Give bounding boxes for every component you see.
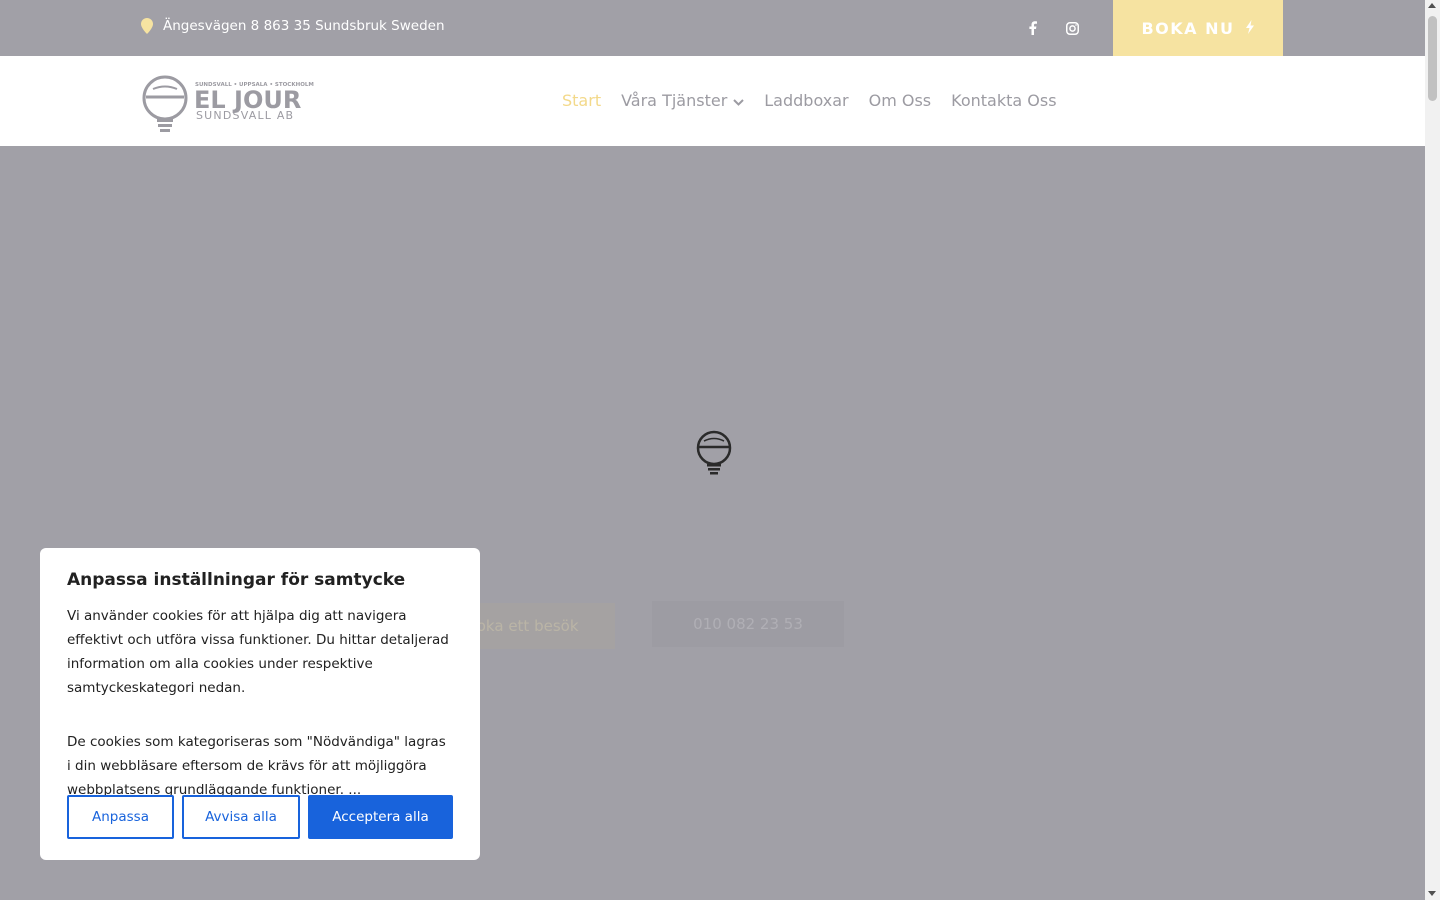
cookie-necessary-note: De cookies som kategoriseras som "Nödvän…: [67, 734, 446, 798]
accept-all-label: Acceptera alla: [332, 809, 429, 825]
chevron-down-icon: [733, 91, 744, 110]
customize-button[interactable]: Anpassa: [67, 795, 174, 839]
page: Ängesvägen 8 863 35 Sundsbruk Sweden BOK…: [0, 0, 1425, 900]
accept-all-button[interactable]: Acceptera alla: [308, 795, 453, 839]
nav-item-about[interactable]: Om Oss: [869, 91, 932, 110]
main-nav: Start Våra Tjänster Laddboxar Om Oss Kon…: [562, 91, 1057, 110]
scroll-thumb[interactable]: [1428, 16, 1437, 101]
cookie-title: Anpassa inställningar för samtycke: [67, 570, 406, 590]
cookie-description: Vi använder cookies för att hjälpa dig a…: [67, 608, 449, 696]
scroll-up-arrow-icon[interactable]: [1428, 3, 1436, 8]
nav-label-contact: Kontakta Oss: [951, 91, 1057, 110]
nav-item-start[interactable]: Start: [562, 91, 601, 110]
phone-button[interactable]: 010 082 23 53: [652, 601, 844, 647]
cookie-consent-dialog: Anpassa inställningar för samtycke Vi an…: [40, 548, 480, 860]
address-text: Ängesvägen 8 863 35 Sundsbruk Sweden: [163, 18, 445, 34]
reject-all-button[interactable]: Avvisa alla: [182, 795, 300, 839]
main-header: SUNDSVALL • UPPSALA • STOCKHOLM EL JOUR …: [0, 56, 1425, 146]
nav-label-start: Start: [562, 91, 602, 110]
vertical-scrollbar[interactable]: [1425, 0, 1440, 900]
nav-label-services: Våra Tjänster: [621, 91, 728, 110]
nav-label-about: Om Oss: [868, 91, 932, 110]
scroll-down-arrow-icon[interactable]: [1428, 891, 1436, 896]
nav-label-chargers: Laddboxar: [764, 91, 849, 110]
logo[interactable]: SUNDSVALL • UPPSALA • STOCKHOLM EL JOUR …: [141, 72, 321, 134]
nav-item-chargers[interactable]: Laddboxar: [764, 91, 848, 110]
address: Ängesvägen 8 863 35 Sundsbruk Sweden: [141, 18, 445, 34]
facebook-icon[interactable]: [1022, 18, 1042, 38]
book-now-button[interactable]: BOKA NU: [1113, 0, 1283, 56]
phone-label: 010 082 23 53: [693, 615, 803, 633]
nav-item-contact[interactable]: Kontakta Oss: [951, 91, 1056, 110]
top-bar: Ängesvägen 8 863 35 Sundsbruk Sweden BOK…: [0, 0, 1425, 56]
book-visit-label: Boka ett besök: [466, 617, 579, 635]
logo-subtitle: SUNDSVALL AB: [196, 109, 294, 122]
reject-all-label: Avvisa alla: [205, 809, 277, 825]
book-now-label: BOKA NU: [1141, 18, 1235, 38]
nav-item-services[interactable]: Våra Tjänster: [621, 91, 744, 110]
customize-label: Anpassa: [92, 809, 149, 825]
map-pin-icon: [141, 18, 153, 34]
lightning-icon: [1245, 19, 1255, 38]
lightbulb-loader-icon: [695, 428, 733, 476]
instagram-icon[interactable]: [1062, 18, 1082, 38]
cookie-actions: Anpassa Avvisa alla Acceptera alla: [67, 795, 453, 839]
